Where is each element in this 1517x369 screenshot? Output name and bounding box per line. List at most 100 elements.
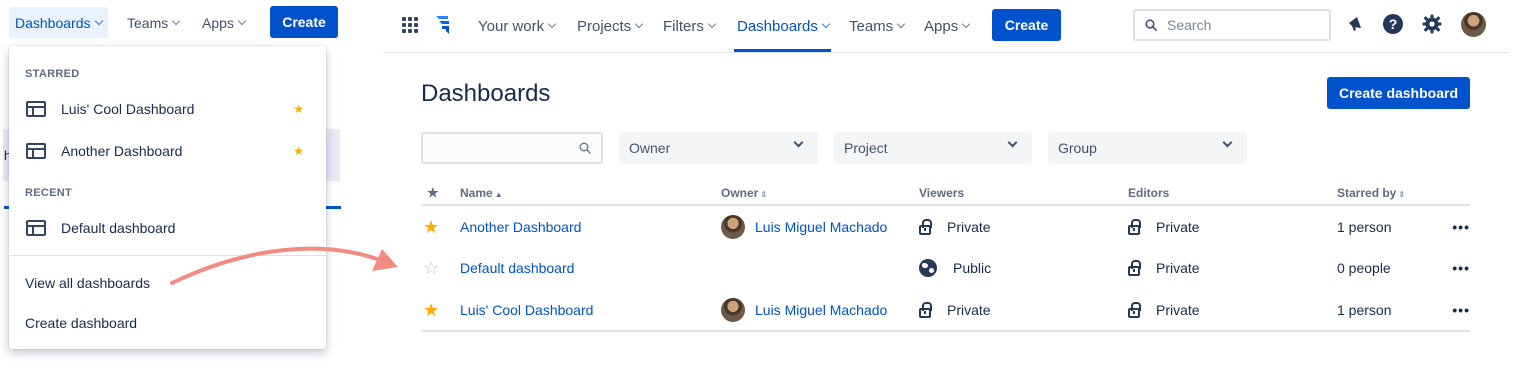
nav-projects-label: Projects bbox=[577, 17, 632, 35]
nav-your-work[interactable]: Your work bbox=[478, 15, 557, 37]
column-header-label: Owner bbox=[721, 185, 759, 200]
viewers-value: Private bbox=[947, 218, 991, 235]
column-header-label: Editors bbox=[1128, 185, 1170, 200]
dashboard-name-link[interactable]: Another Dashboard bbox=[460, 219, 581, 235]
dashboard-icon bbox=[26, 220, 46, 236]
star-filled-icon[interactable]: ★ bbox=[421, 217, 439, 237]
dashboard-name-link[interactable]: Luis' Cool Dashboard bbox=[460, 302, 593, 318]
search-icon bbox=[579, 142, 591, 154]
help-icon: ? bbox=[1383, 14, 1403, 34]
nav-apps-label: Apps bbox=[924, 17, 959, 35]
dropdown-item-starred[interactable]: Luis' Cool Dashboard ★ bbox=[9, 89, 326, 129]
mini-nav-dashboards[interactable]: Dashboards bbox=[9, 7, 108, 38]
mini-nav-teams-label: Teams bbox=[127, 14, 169, 31]
chevron-down-icon bbox=[896, 19, 906, 29]
nav-dashboards[interactable]: Dashboards bbox=[737, 15, 831, 37]
star-icon: ★ bbox=[427, 184, 439, 200]
create-dashboard-link[interactable]: Create dashboard bbox=[25, 315, 137, 331]
nav-teams[interactable]: Teams bbox=[849, 15, 906, 37]
starred-by-value: 1 person bbox=[1337, 301, 1392, 318]
editors-value: Private bbox=[1156, 260, 1200, 276]
more-actions-icon[interactable]: ••• bbox=[1452, 302, 1470, 318]
create-button[interactable]: Create bbox=[992, 9, 1061, 41]
more-actions-icon[interactable]: ••• bbox=[1452, 219, 1470, 235]
nav-apps[interactable]: Apps bbox=[924, 15, 971, 37]
settings-button[interactable] bbox=[1420, 12, 1444, 36]
mini-nav-apps[interactable]: Apps bbox=[196, 7, 251, 38]
table-row: ★ Luis' Cool Dashboard Luis Miguel Macha… bbox=[421, 289, 1470, 332]
chevron-down-icon bbox=[1007, 137, 1018, 148]
nav-teams-label: Teams bbox=[849, 17, 894, 35]
editors-value: Private bbox=[1156, 218, 1200, 235]
dashboard-name-link[interactable]: Default dashboard bbox=[460, 260, 574, 276]
nav-filters-label: Filters bbox=[663, 17, 704, 35]
mini-nav-teams[interactable]: Teams bbox=[121, 7, 185, 38]
annotation-arrow bbox=[170, 246, 398, 285]
sort-asc-icon: ▲ bbox=[494, 189, 503, 199]
project-select-value: Project bbox=[844, 140, 888, 156]
create-dashboard-button[interactable]: Create dashboard bbox=[1327, 77, 1470, 109]
dashboard-search-input[interactable] bbox=[421, 132, 603, 164]
column-header-owner[interactable]: Owner ⇕ bbox=[721, 181, 919, 206]
owner-link[interactable]: Luis Miguel Machado bbox=[755, 302, 887, 318]
nav-filters[interactable]: Filters bbox=[663, 15, 717, 37]
chevron-down-icon bbox=[793, 137, 804, 148]
chevron-down-icon bbox=[707, 19, 717, 29]
column-header-editors: Editors bbox=[1128, 181, 1337, 206]
page-title: Dashboards bbox=[421, 80, 551, 107]
chevron-down-icon bbox=[821, 19, 831, 29]
viewers-value: Private bbox=[947, 301, 991, 318]
project-select[interactable]: Project bbox=[834, 132, 1032, 164]
column-header-viewers: Viewers bbox=[919, 181, 1128, 206]
column-header-label: Starred by bbox=[1337, 185, 1397, 200]
owner-select[interactable]: Owner bbox=[619, 132, 818, 164]
star-empty-icon[interactable]: ☆ bbox=[421, 258, 439, 278]
lock-icon bbox=[919, 301, 932, 318]
column-header-star[interactable]: ★ bbox=[421, 181, 460, 206]
megaphone-icon bbox=[1349, 17, 1361, 31]
profile-avatar[interactable] bbox=[1461, 12, 1486, 37]
search-input[interactable]: Search bbox=[1133, 9, 1331, 41]
column-header-starred-by[interactable]: Starred by ⇕ bbox=[1337, 181, 1470, 206]
recent-heading: RECENT bbox=[25, 187, 73, 199]
globe-icon bbox=[919, 259, 937, 277]
view-all-dashboards-link[interactable]: View all dashboards bbox=[25, 275, 150, 291]
viewers-value: Public bbox=[953, 260, 992, 276]
search-icon bbox=[1145, 19, 1157, 31]
column-header-name[interactable]: Name ▲ bbox=[460, 181, 721, 206]
column-header-label: Name bbox=[460, 185, 493, 200]
top-nav: Your work Projects Filters Dashboards Te… bbox=[383, 0, 1509, 53]
dropdown-item-label: Luis' Cool Dashboard bbox=[61, 101, 195, 117]
owner-link[interactable]: Luis Miguel Machado bbox=[755, 219, 887, 235]
dropdown-item-label: Another Dashboard bbox=[61, 143, 183, 159]
dropdown-item-label: Default dashboard bbox=[61, 220, 176, 236]
editors-value: Private bbox=[1156, 301, 1200, 318]
chevron-down-icon bbox=[961, 19, 971, 29]
lock-icon bbox=[1128, 218, 1141, 235]
star-icon[interactable]: ★ bbox=[293, 102, 304, 116]
gear-icon bbox=[1422, 14, 1442, 34]
notifications-button[interactable] bbox=[1343, 12, 1367, 36]
nav-projects[interactable]: Projects bbox=[577, 15, 644, 37]
group-select[interactable]: Group bbox=[1048, 132, 1247, 164]
owner-avatar bbox=[721, 214, 745, 239]
owner-select-value: Owner bbox=[629, 140, 671, 156]
lock-icon bbox=[1128, 301, 1141, 318]
help-button[interactable]: ? bbox=[1381, 12, 1405, 36]
dashboard-icon bbox=[26, 143, 46, 159]
more-actions-icon[interactable]: ••• bbox=[1452, 260, 1470, 276]
dropdown-item-starred[interactable]: Another Dashboard ★ bbox=[9, 131, 326, 171]
sort-icon: ⇕ bbox=[760, 189, 768, 199]
mini-top-nav: Dashboards Teams Apps Create bbox=[0, 0, 345, 46]
starred-by-value: 1 person bbox=[1337, 218, 1392, 235]
mini-create-button[interactable]: Create bbox=[270, 6, 338, 38]
table-header-row: ★ Name ▲ Owner ⇕ Viewers Editors Starred b… bbox=[421, 181, 1470, 206]
jira-logo-icon[interactable] bbox=[433, 14, 453, 36]
chevron-down-icon bbox=[634, 19, 644, 29]
star-filled-icon[interactable]: ★ bbox=[421, 300, 439, 320]
app-switcher-icon[interactable] bbox=[402, 17, 418, 33]
star-icon[interactable]: ★ bbox=[293, 144, 304, 158]
owner-avatar bbox=[721, 297, 745, 322]
mini-nav-dashboards-label: Dashboards bbox=[15, 14, 91, 31]
chevron-down-icon bbox=[237, 16, 247, 25]
